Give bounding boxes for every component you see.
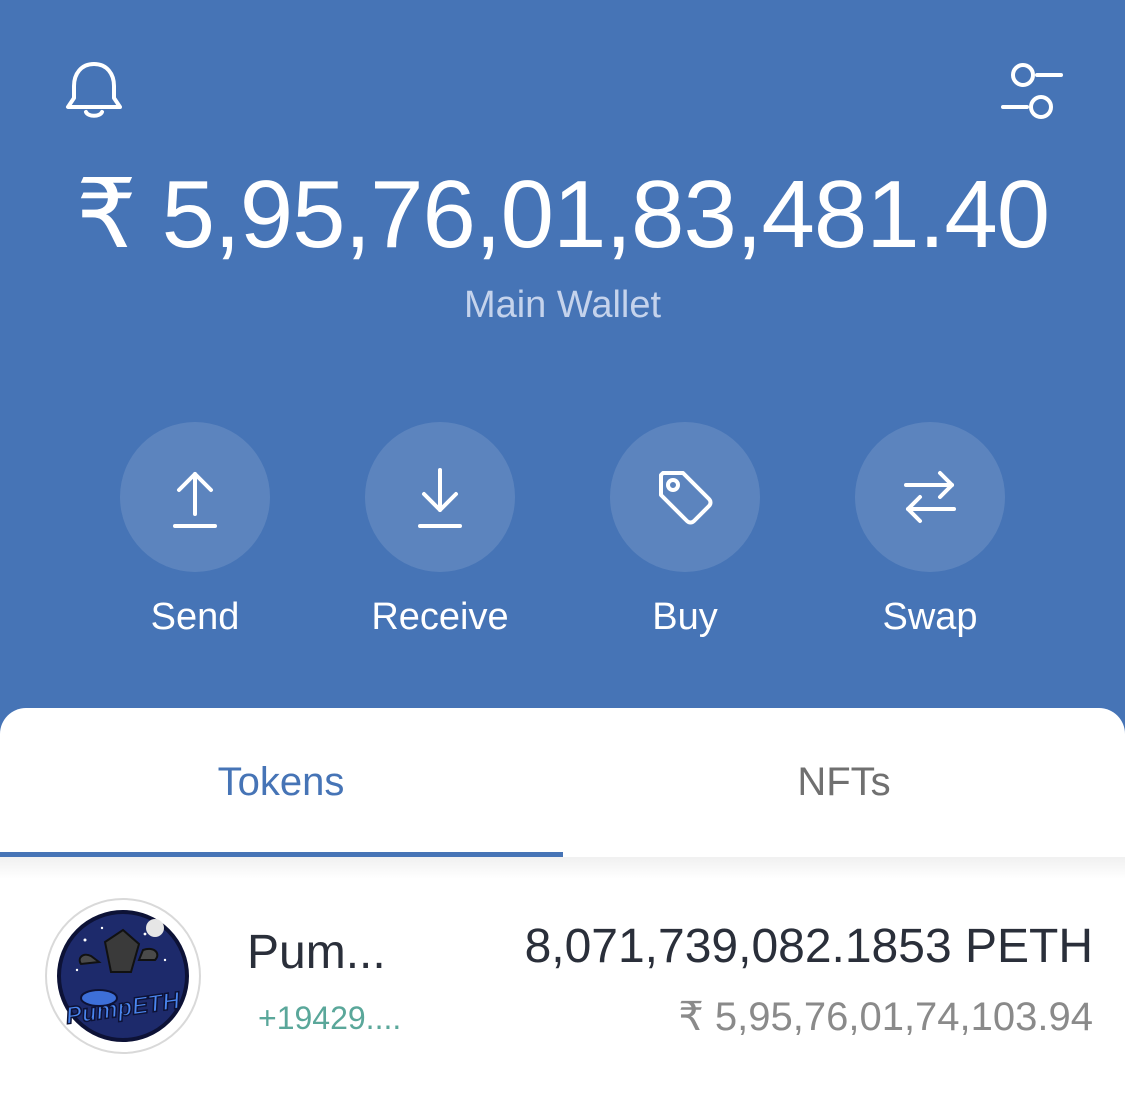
send-circle[interactable] xyxy=(120,422,270,572)
token-name: Pum... xyxy=(247,926,386,979)
tab-nfts[interactable]: NFTs xyxy=(563,756,1125,808)
tab-tokens[interactable]: Tokens xyxy=(0,756,562,808)
send-button[interactable]: Send xyxy=(95,422,295,640)
receive-circle[interactable] xyxy=(365,422,515,572)
swap-arrows-icon xyxy=(904,471,956,523)
token-amount: 8,071,739,082.1853 PETH xyxy=(524,920,1093,973)
wallet-balance: ₹ 5,95,76,01,83,481.40 xyxy=(75,161,1050,268)
download-arrow-icon xyxy=(418,468,462,528)
upload-arrow-icon xyxy=(173,472,217,528)
asset-tabs: Tokens NFTs xyxy=(0,708,1125,879)
token-fiat-value: ₹ 5,95,76,01,74,103.94 xyxy=(678,995,1093,1039)
swap-label: Swap xyxy=(882,596,978,638)
buy-label: Buy xyxy=(652,596,718,638)
token-row[interactable]: PumpETH Pum... +19429.... 8,071,739,082.… xyxy=(0,880,1125,1060)
token-logo: PumpETH xyxy=(45,898,201,1054)
receive-button[interactable]: Receive xyxy=(340,422,540,640)
buy-circle[interactable] xyxy=(610,422,760,572)
settings-sliders-icon[interactable] xyxy=(995,55,1069,129)
swap-button[interactable]: Swap xyxy=(830,422,1030,640)
receive-label: Receive xyxy=(371,596,509,638)
token-change: +19429.... xyxy=(258,1000,402,1036)
wallet-header: ₹ 5,95,76,01,83,481.40 Main Wallet Send … xyxy=(0,0,1125,760)
wallet-name[interactable]: Main Wallet xyxy=(0,280,1125,330)
bell-icon[interactable] xyxy=(58,55,130,127)
buy-button[interactable]: Buy xyxy=(585,422,785,640)
send-label: Send xyxy=(150,596,240,638)
swap-circle[interactable] xyxy=(855,422,1005,572)
tab-divider xyxy=(0,857,1125,879)
tag-icon xyxy=(659,471,713,525)
